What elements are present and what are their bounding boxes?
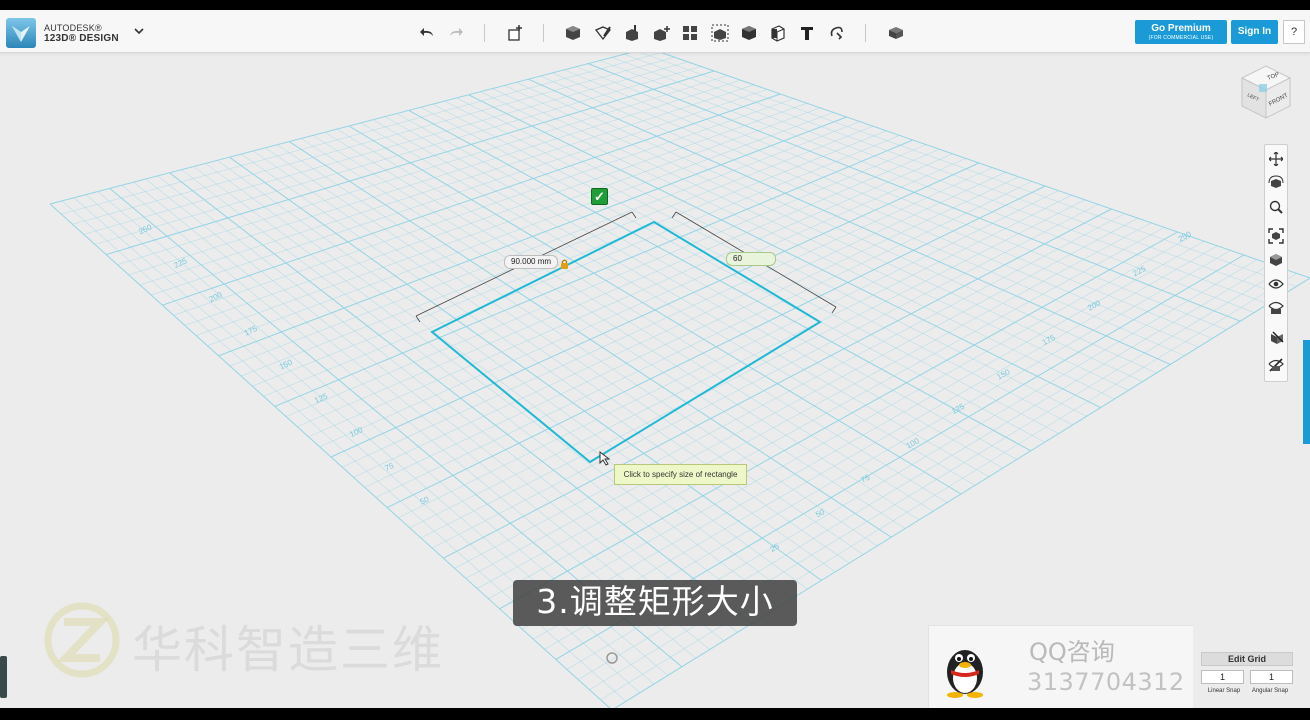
primitives-icon[interactable] [562, 22, 584, 44]
zoom-icon[interactable] [1267, 198, 1285, 216]
visibility-icon[interactable] [1267, 275, 1285, 293]
side-panel-handle[interactable] [1303, 340, 1310, 444]
grid-line [510, 236, 1191, 620]
angular-snap-label: Angular Snap [1251, 688, 1289, 694]
sketch-icon[interactable] [592, 22, 614, 44]
toolbar-divider [543, 24, 544, 42]
grid-label: 150 [995, 367, 1011, 381]
chevron-down-icon[interactable] [132, 26, 146, 40]
material-view-icon[interactable] [1267, 299, 1285, 317]
edit-grid-panel: Edit Grid 1 1 Linear Snap Angular Snap [1200, 650, 1294, 708]
grid-label: 50 [814, 507, 827, 519]
construct-icon[interactable] [621, 22, 643, 44]
watermark-logo-icon [44, 602, 120, 678]
navigation-bar [1264, 144, 1288, 382]
grid-line [420, 107, 1045, 443]
sketch-tooltip: Click to specify size of rectangle [614, 464, 747, 485]
grid-line [576, 66, 1227, 331]
grid-label: 100 [348, 425, 364, 439]
grid-line [600, 60, 1255, 313]
group-icon[interactable] [709, 22, 731, 44]
grid-line [540, 75, 1185, 357]
video-subtitle: 3.调整矩形大小 [513, 580, 797, 626]
grid-label: 200 [208, 290, 224, 304]
toolbar-divider [865, 24, 866, 42]
hide-icon[interactable] [1267, 356, 1285, 374]
grid-label: 250 [1177, 229, 1193, 243]
qq-title: QQ咨询 [1029, 638, 1115, 666]
grid-line [372, 119, 990, 477]
app-window: 250 225 200 175 150 125 100 75 50 25 50 75 100 125 150… [0, 10, 1310, 708]
video-top-bar [0, 0, 1310, 10]
grid-label: 225 [172, 256, 188, 270]
main-toolbar: AUTODESK® 123D® DESIGN Go Premium (FOR C… [0, 10, 1310, 53]
grid-line [528, 78, 1171, 365]
grid-line [396, 113, 1017, 460]
left-panel-handle[interactable] [0, 656, 7, 698]
redo-icon[interactable] [445, 22, 467, 44]
sign-in-button[interactable]: Sign In [1231, 20, 1278, 44]
grid-line [476, 222, 1152, 589]
go-premium-button[interactable]: Go Premium (FOR COMMERCIAL USE) [1135, 20, 1227, 44]
grid-label: 50 [419, 495, 431, 507]
grid-line [612, 57, 1269, 305]
grid-line [499, 231, 1178, 610]
snap-view-icon[interactable] [1267, 328, 1285, 346]
linear-snap-field[interactable]: 1 [1201, 670, 1244, 684]
combine-icon[interactable] [738, 22, 760, 44]
origin-marker-icon [606, 652, 618, 664]
modify-icon[interactable] [650, 22, 672, 44]
view-cube[interactable]: TOP FRONT LEFT [1238, 62, 1294, 122]
linear-snap-label: Linear Snap [1207, 688, 1241, 694]
snap-icon[interactable] [826, 22, 848, 44]
grid-line [647, 47, 1310, 279]
dimension-line [671, 211, 677, 219]
measure-icon[interactable] [767, 22, 789, 44]
height-dimension-field[interactable]: 60 [726, 252, 776, 266]
grid-line [488, 227, 1165, 599]
orbit-icon[interactable] [1267, 174, 1285, 192]
grid-line [420, 199, 1086, 539]
grid-label: 250 [137, 222, 153, 236]
grid-line [588, 63, 1241, 322]
angular-snap-field[interactable]: 1 [1250, 670, 1293, 684]
toolbar-divider [484, 24, 485, 42]
lock-icon[interactable] [560, 256, 569, 269]
dimension-line [831, 306, 837, 314]
brand-line1: AUTODESK® [44, 23, 102, 33]
premium-label: Go Premium [1151, 23, 1211, 34]
views-icon[interactable] [1267, 251, 1285, 269]
cursor-icon [598, 450, 614, 466]
grid-label: 175 [243, 324, 259, 338]
premium-sublabel: (FOR COMMERCIAL USE) [1148, 35, 1214, 41]
fit-icon[interactable] [1267, 227, 1285, 245]
grid-label: 150 [278, 357, 294, 371]
grid-line [360, 122, 976, 486]
video-bottom-bar [0, 708, 1310, 720]
help-button[interactable]: ? [1283, 20, 1305, 44]
qq-contact-panel: QQ咨询 3137704312 [928, 625, 1193, 708]
grid-line [564, 69, 1213, 339]
materials-icon[interactable] [885, 22, 907, 44]
app-logo-icon[interactable] [6, 18, 36, 48]
grid-label: 125 [313, 391, 329, 405]
pattern-icon[interactable] [679, 22, 701, 44]
transform-icon[interactable] [504, 22, 526, 44]
brand-line2: 123D® DESIGN [44, 33, 119, 44]
qq-number: 3137704312 [1027, 668, 1185, 696]
watermark-text: 华科智造三维 [132, 621, 444, 679]
pan-icon[interactable] [1267, 150, 1285, 168]
confirm-checkmark-icon[interactable]: ✓ [591, 188, 608, 205]
text-icon[interactable] [796, 22, 818, 44]
edit-grid-button[interactable]: Edit Grid [1201, 652, 1293, 666]
undo-icon[interactable] [416, 22, 438, 44]
grid-label: 175 [1041, 333, 1057, 347]
dimension-line [631, 211, 637, 219]
qq-penguin-icon [939, 638, 991, 698]
grid-line [521, 240, 1205, 630]
width-dimension-field[interactable]: 90.000 mm [504, 255, 559, 269]
